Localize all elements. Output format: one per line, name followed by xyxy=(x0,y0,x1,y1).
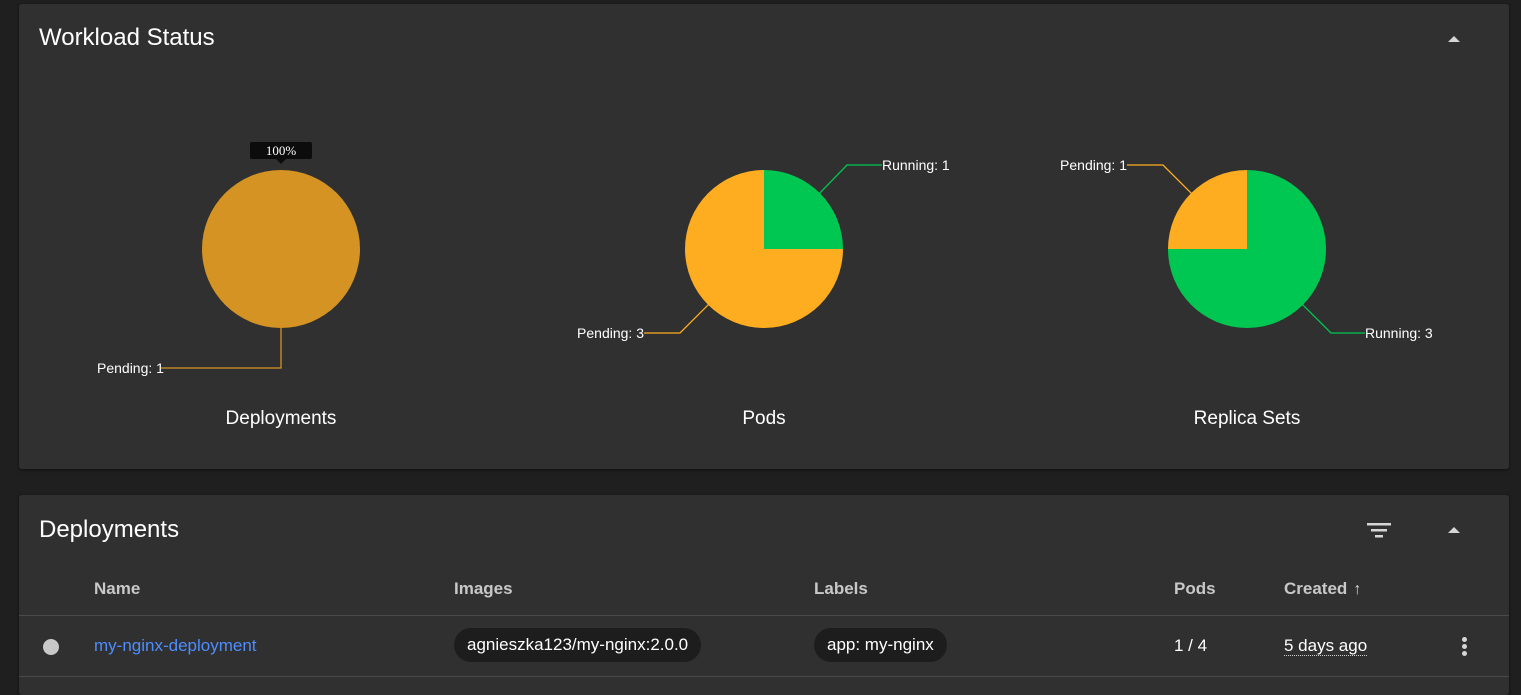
collapse-deployments-button[interactable] xyxy=(1442,518,1466,542)
deployments-title: Deployments xyxy=(39,516,180,543)
slice-label-pending: Pending: 1 xyxy=(97,360,164,376)
tooltip-pointer xyxy=(276,159,286,164)
column-header-pods[interactable]: Pods xyxy=(1174,579,1216,599)
leader-line-running xyxy=(1299,301,1365,334)
column-header-name[interactable]: Name xyxy=(94,579,140,599)
pods-count: 1 / 4 xyxy=(1174,636,1208,655)
column-header-created[interactable]: Created ↑ xyxy=(1284,579,1361,599)
arrow-up-icon[interactable]: ↑ xyxy=(1353,581,1361,598)
slice-label-pending: Pending: 1 xyxy=(1060,157,1127,173)
tooltip-text: 100% xyxy=(266,143,297,158)
workload-status-card: Workload Status Pending: 1 100% Running: 1… xyxy=(19,4,1509,469)
label-chip: app: my-nginx xyxy=(814,628,947,662)
leader-line-pending xyxy=(644,301,712,334)
created-age: 5 days ago xyxy=(1284,636,1368,656)
chart-caption-pods: Pods xyxy=(742,408,786,429)
table-row-divider xyxy=(19,676,1509,677)
chart-caption-replica-sets: Replica Sets xyxy=(1193,408,1301,429)
workload-charts: Pending: 1 100% Running: 1 Pending: 3 Runnin… xyxy=(97,142,1433,376)
more-vert-icon[interactable] xyxy=(1457,635,1471,661)
table-header-divider xyxy=(19,615,1509,616)
filter-icon xyxy=(1367,523,1391,538)
chart-caption-deployments: Deployments xyxy=(225,408,337,429)
filter-button[interactable] xyxy=(1365,517,1393,543)
deployment-name-link[interactable]: my-nginx-deployment xyxy=(94,636,257,655)
chevron-up-icon xyxy=(1448,527,1460,533)
deployments-card: Deployments Name Images Labels Pods Crea… xyxy=(19,495,1509,695)
slice-label-running: Running: 3 xyxy=(1365,325,1433,341)
slice-label-running: Running: 1 xyxy=(882,157,950,173)
status-pending-icon xyxy=(43,639,59,655)
slice-label-pending: Pending: 3 xyxy=(577,325,644,341)
leader-line-pending xyxy=(1127,164,1195,197)
leader-line-pending xyxy=(161,328,282,369)
column-header-labels[interactable]: Labels xyxy=(814,579,868,599)
image-chip: agnieszka123/my-nginx:2.0.0 xyxy=(454,628,702,662)
column-header-images[interactable]: Images xyxy=(454,579,513,599)
pie-slice-pending xyxy=(202,170,360,328)
leader-line-running xyxy=(816,164,882,197)
